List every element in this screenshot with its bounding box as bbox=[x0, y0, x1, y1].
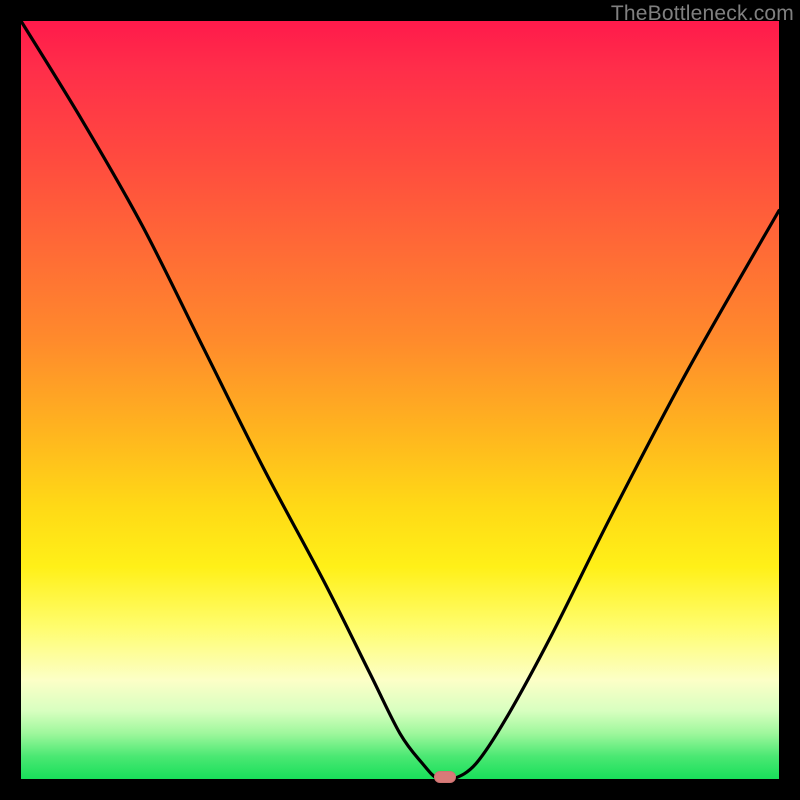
watermark-text: TheBottleneck.com bbox=[611, 2, 794, 26]
bottleneck-curve bbox=[21, 21, 779, 779]
chart-frame: TheBottleneck.com bbox=[0, 0, 800, 800]
plot-area bbox=[21, 21, 779, 779]
optimum-marker bbox=[434, 771, 456, 783]
